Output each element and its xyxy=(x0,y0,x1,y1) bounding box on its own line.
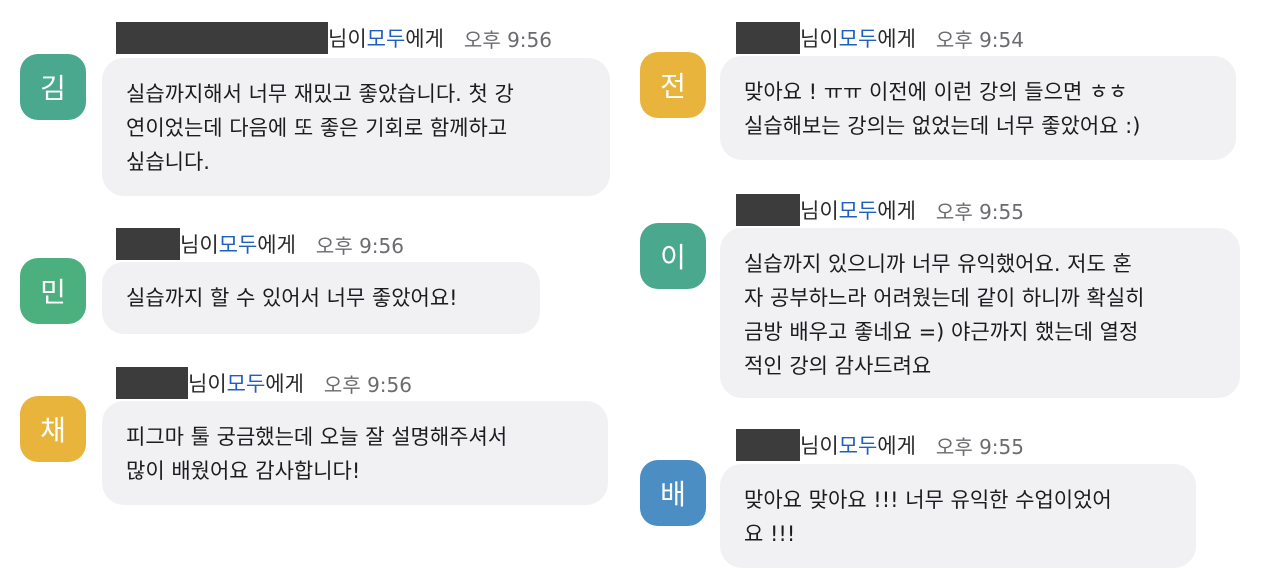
recipient-suffix: 에게 xyxy=(257,233,296,257)
redacted-sender-name xyxy=(736,429,800,461)
avatar: 민 xyxy=(20,258,86,324)
sender-suffix: 님이 xyxy=(328,27,367,51)
message-bubble[interactable]: 맞아요 ! ㅠㅠ 이전에 이런 강의 들으면 ㅎㅎ 실습해보는 강의는 없었는데… xyxy=(720,56,1236,160)
avatar-initial: 배 xyxy=(660,478,686,511)
message-time: 오후 9:56 xyxy=(463,27,552,52)
avatar-initial: 민 xyxy=(40,276,66,309)
message-time: 오후 9:55 xyxy=(935,434,1024,459)
message-header: 님이 모두 에게 오후 9:55 xyxy=(736,429,1024,461)
recipient-suffix: 에게 xyxy=(405,27,444,51)
message-header: 님이 모두 에게 오후 9:56 xyxy=(116,367,412,399)
message-header: 님이 모두 에게 오후 9:54 xyxy=(736,22,1024,54)
message-time: 오후 9:54 xyxy=(935,27,1024,52)
message-bubble[interactable]: 맞아요 맞아요 !!! 너무 유익한 수업이었어 요 !!! xyxy=(720,464,1196,568)
message-bubble[interactable]: 실습까지해서 너무 재밌고 좋았습니다. 첫 강 연이었는데 다음에 또 좋은 … xyxy=(102,58,610,196)
recipient-suffix: 에게 xyxy=(265,372,304,396)
recipient-everyone[interactable]: 모두 xyxy=(839,23,878,53)
sender-suffix: 님이 xyxy=(180,233,219,257)
message-bubble[interactable]: 실습까지 있으니까 너무 유익했어요. 저도 혼 자 공부하느라 어려웠는데 같… xyxy=(720,228,1240,398)
avatar: 김 xyxy=(20,54,86,120)
sender-suffix: 님이 xyxy=(800,434,839,458)
sender-suffix: 님이 xyxy=(800,199,839,223)
sender-suffix: 님이 xyxy=(800,27,839,51)
avatar-initial: 이 xyxy=(660,241,686,274)
recipient-suffix: 에게 xyxy=(877,434,916,458)
recipient-everyone[interactable]: 모두 xyxy=(367,23,406,53)
message-time: 오후 9:56 xyxy=(315,233,404,258)
avatar: 전 xyxy=(640,52,706,118)
message-bubble[interactable]: 피그마 툴 궁금했는데 오늘 잘 설명해주셔서 많이 배웠어요 감사합니다! xyxy=(102,401,608,505)
message-header: 님이 모두 에게 오후 9:56 xyxy=(116,228,404,260)
message-time: 오후 9:55 xyxy=(935,199,1024,224)
redacted-sender-name xyxy=(116,367,188,399)
recipient-everyone[interactable]: 모두 xyxy=(227,368,266,398)
recipient-suffix: 에게 xyxy=(877,199,916,223)
redacted-sender-name xyxy=(116,228,180,260)
recipient-everyone[interactable]: 모두 xyxy=(219,229,258,259)
recipient-suffix: 에게 xyxy=(877,27,916,51)
avatar: 이 xyxy=(640,223,706,289)
recipient-everyone[interactable]: 모두 xyxy=(839,430,878,460)
message-header: 님이 모두 에게 오후 9:56 xyxy=(116,22,552,54)
redacted-sender-name xyxy=(736,22,800,54)
avatar: 채 xyxy=(20,396,86,462)
avatar-initial: 김 xyxy=(40,72,66,105)
redacted-sender-name xyxy=(736,194,800,226)
avatar-initial: 채 xyxy=(40,414,66,447)
sender-suffix: 님이 xyxy=(188,372,227,396)
redacted-sender-name xyxy=(116,22,328,54)
message-header: 님이 모두 에게 오후 9:55 xyxy=(736,194,1024,226)
recipient-everyone[interactable]: 모두 xyxy=(839,195,878,225)
message-time: 오후 9:56 xyxy=(323,372,412,397)
avatar: 배 xyxy=(640,460,706,526)
message-bubble[interactable]: 실습까지 할 수 있어서 너무 좋았어요! xyxy=(102,262,540,334)
avatar-initial: 전 xyxy=(660,70,686,103)
